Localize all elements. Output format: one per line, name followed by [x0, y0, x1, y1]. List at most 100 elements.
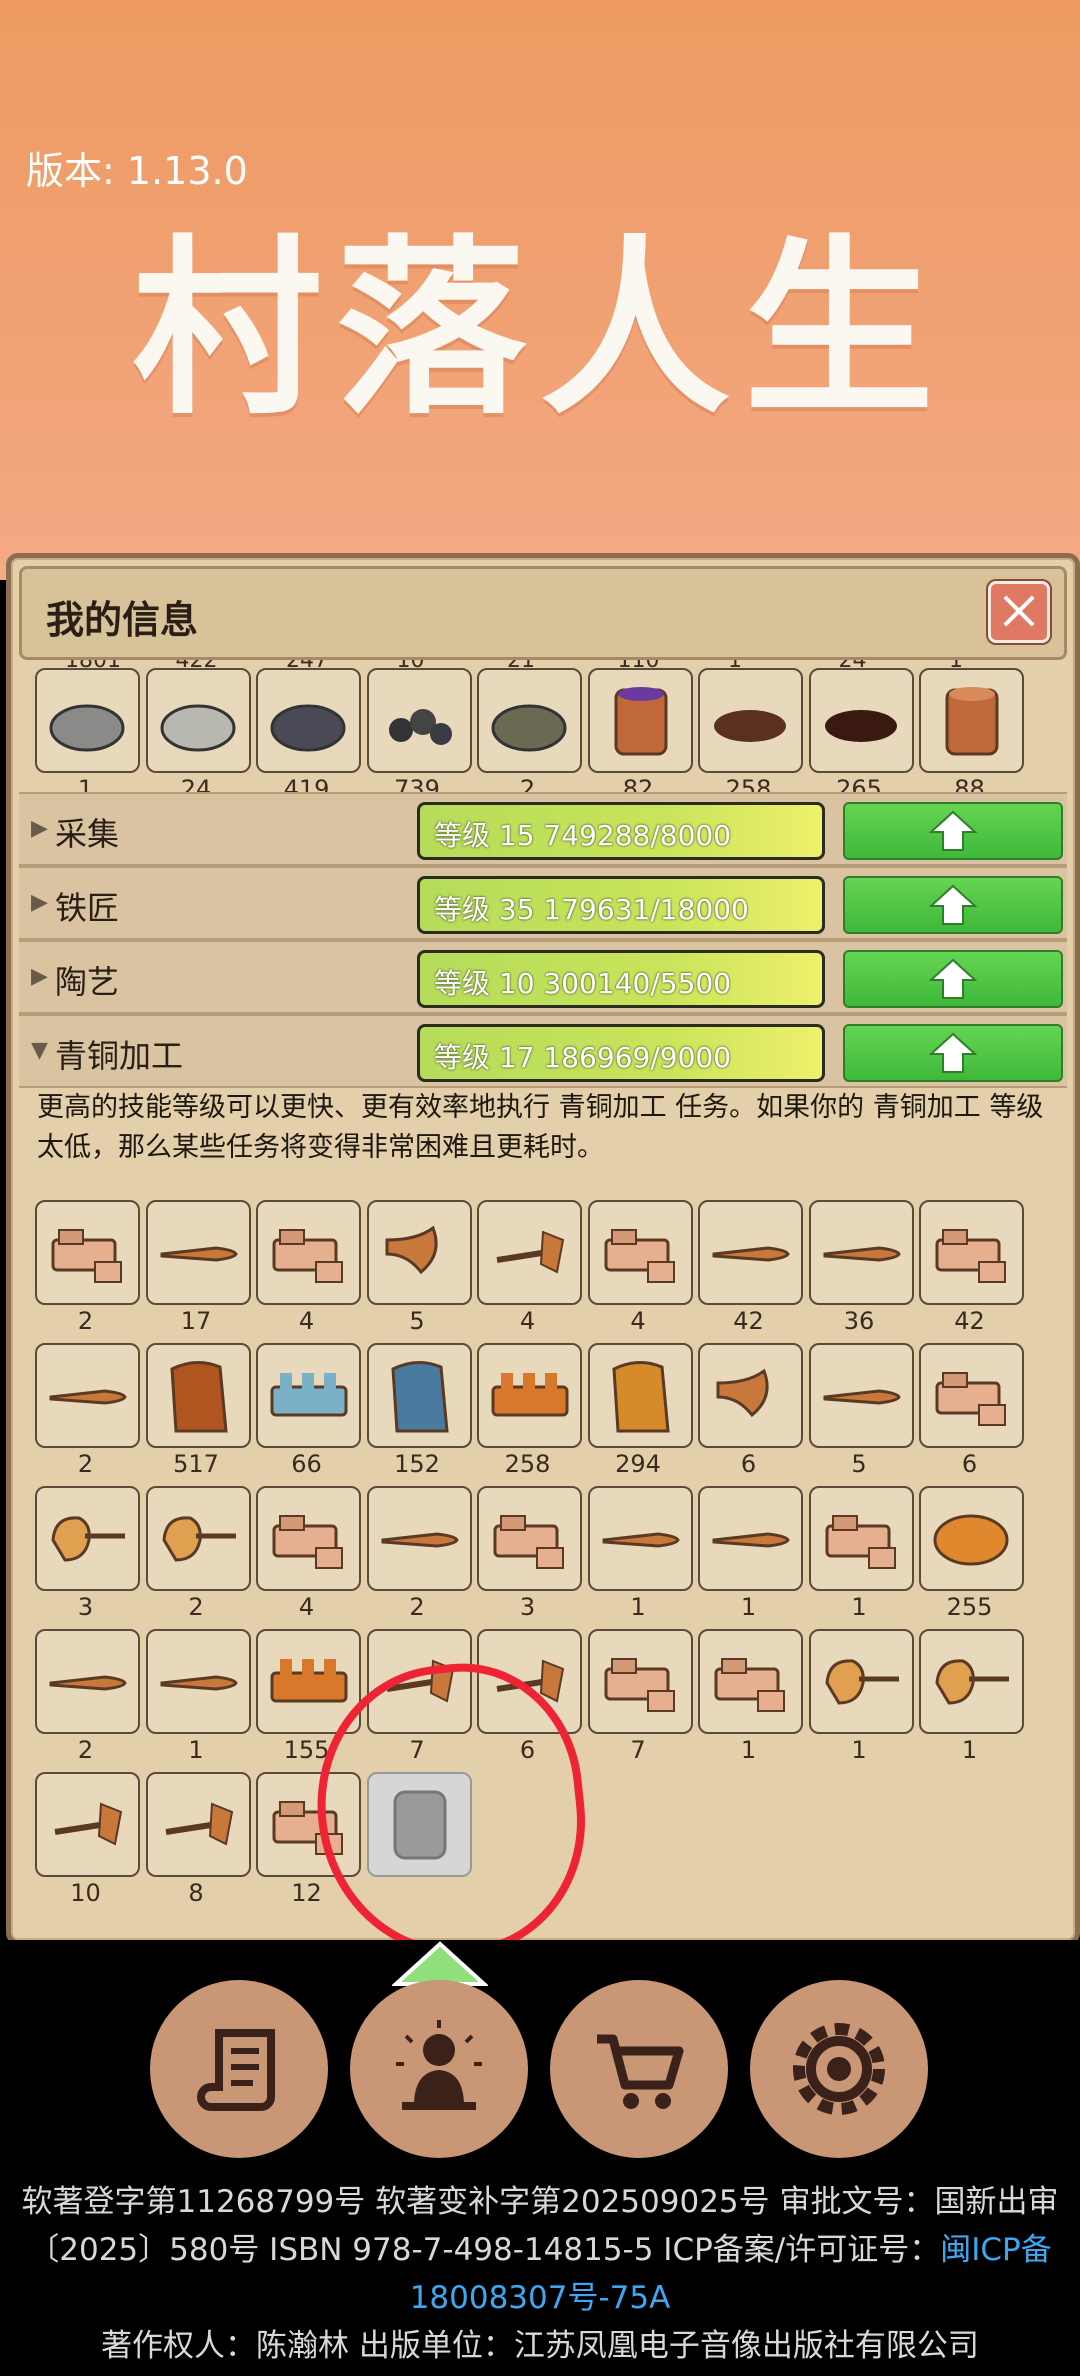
meditate-button[interactable] [350, 1980, 528, 2158]
settings-button[interactable] [750, 1980, 928, 2158]
chevron-down-icon: ▼ [31, 1038, 48, 1063]
upgrade-button[interactable] [843, 950, 1063, 1008]
item-slot[interactable] [698, 1200, 803, 1305]
bench-icon [51, 1229, 122, 1283]
close-button[interactable] [988, 581, 1050, 643]
item-slot[interactable] [698, 1343, 803, 1448]
item-slot[interactable] [366, 1343, 472, 1448]
item-slot[interactable] [145, 1772, 251, 1877]
item-slot[interactable] [919, 668, 1024, 773]
item-slot[interactable] [919, 1343, 1024, 1448]
bench-icon [272, 1801, 343, 1855]
item-quantity: 1 [961, 1736, 978, 1764]
item-slot[interactable] [145, 1200, 251, 1305]
bench-icon [935, 1229, 1006, 1283]
skill-row-bronze[interactable]: ▼ 青铜加工 等级 17 186969/9000 [19, 1014, 1067, 1088]
item-slot[interactable] [808, 1486, 914, 1591]
item-quantity: 2 [77, 1307, 94, 1335]
item-slot[interactable] [145, 1629, 251, 1734]
item-slot[interactable] [698, 668, 803, 773]
item-quantity: 152 [394, 1450, 440, 1478]
item-slot[interactable] [698, 1486, 803, 1591]
item-slot[interactable] [256, 1200, 361, 1305]
item-slot[interactable] [587, 1486, 693, 1591]
item-slot[interactable] [477, 1343, 582, 1448]
item-slot[interactable] [366, 1486, 472, 1591]
item-slot[interactable] [256, 1343, 361, 1448]
item-slot[interactable] [256, 1486, 361, 1591]
item-slot[interactable] [35, 1343, 140, 1448]
upgrade-button[interactable] [843, 876, 1063, 934]
skill-row-pottery[interactable]: ▶ 陶艺 等级 10 300140/5500 [19, 940, 1067, 1014]
item-slot[interactable] [587, 668, 693, 773]
skill-progress-bar: 等级 17 186969/9000 [417, 1024, 825, 1082]
item-slot[interactable] [919, 1629, 1024, 1734]
bench-icon [825, 1515, 896, 1569]
item-slot[interactable] [477, 1200, 582, 1305]
shovel-icon [824, 1659, 899, 1705]
wooden-bucket-dye-icon [614, 687, 667, 756]
item-slot[interactable] [366, 1629, 472, 1734]
item-slot[interactable] [587, 1343, 693, 1448]
item-quantity: 5 [409, 1307, 425, 1335]
item-slot[interactable] [145, 1343, 251, 1448]
item-slot[interactable] [587, 1200, 693, 1305]
item-slot[interactable] [808, 1343, 914, 1448]
icp-link[interactable]: 闽ICP备 [940, 2232, 1051, 2268]
item-quantity: 7 [409, 1736, 425, 1764]
item-slot[interactable] [477, 668, 582, 773]
quest-scroll-button[interactable] [150, 1980, 328, 2158]
item-quantity: 1 [851, 1593, 867, 1621]
item-slot[interactable] [698, 1629, 803, 1734]
small-shovel-icon [935, 1659, 1009, 1705]
skill-progress-bar: 等级 15 749288/8000 [417, 802, 825, 860]
spike-icon [381, 1532, 459, 1548]
bench-shovel-icon [272, 1515, 343, 1569]
panel-scroll-area[interactable]: 1801 422 247 10 21 110 1 24 1 1 24 419 739 2 82 258 265… [19, 660, 1067, 1934]
item-quantity: 1 [188, 1736, 204, 1764]
upgrade-button[interactable] [843, 1024, 1063, 1082]
item-slot[interactable] [35, 1629, 140, 1734]
icp-link[interactable]: 18008307号-75A [0, 2274, 1080, 2322]
item-slot[interactable] [919, 1486, 1024, 1591]
item-slot[interactable] [256, 1629, 361, 1734]
item-slot[interactable] [477, 1629, 582, 1734]
rod-icon [49, 1389, 127, 1405]
skill-description: 更高的技能等级可以更快、更有效率地执行 青铜加工 任务。如果你的 青铜加工 等级… [37, 1092, 1044, 1163]
bench-icon [493, 1515, 564, 1569]
item-quantity: 42 [733, 1307, 764, 1335]
item-quantity: 36 [843, 1307, 875, 1335]
item-slot[interactable] [366, 1200, 472, 1305]
item-slot[interactable] [366, 1772, 472, 1877]
item-slot[interactable] [35, 668, 140, 773]
item-slot[interactable] [919, 1200, 1024, 1305]
item-quantity: 6 [740, 1450, 757, 1478]
item-slot[interactable] [808, 668, 914, 773]
skill-row-blacksmith[interactable]: ▶ 铁匠 等级 35 179631/18000 [19, 866, 1067, 940]
skill-row-gathering[interactable]: ▶ 采集 等级 15 749288/8000 [19, 792, 1067, 866]
item-slot[interactable] [145, 668, 251, 773]
item-slot[interactable] [808, 1629, 914, 1734]
shop-button[interactable] [550, 1980, 728, 2158]
item-slot[interactable] [477, 1486, 582, 1591]
arrow-up-icon [929, 810, 977, 851]
item-quantity: 1 [630, 1593, 646, 1621]
footer-line: 软著登字第11268799号 软著变补字第202509025号 审批文号：国新出… [21, 2184, 1059, 2220]
upgrade-button[interactable] [843, 802, 1063, 860]
item-slot[interactable] [256, 668, 361, 773]
skill-level-text: 等级 15 749288/8000 [434, 819, 732, 852]
item-slot[interactable] [35, 1200, 140, 1305]
bench-axe-icon [604, 1229, 675, 1283]
item-slot[interactable] [366, 668, 472, 773]
item-slot[interactable] [256, 1772, 361, 1877]
item-quantity: 42 [954, 1307, 985, 1335]
skill-level-text: 等级 35 179631/18000 [434, 893, 749, 926]
item-quantity: 4 [630, 1307, 646, 1335]
item-slot[interactable] [587, 1629, 693, 1734]
item-slot[interactable] [35, 1486, 140, 1591]
item-slot[interactable] [35, 1772, 140, 1877]
item-slot[interactable] [808, 1200, 914, 1305]
item-slot[interactable] [145, 1486, 251, 1591]
item-quantity: 294 [615, 1450, 661, 1478]
meditate-icon [396, 2020, 482, 2110]
